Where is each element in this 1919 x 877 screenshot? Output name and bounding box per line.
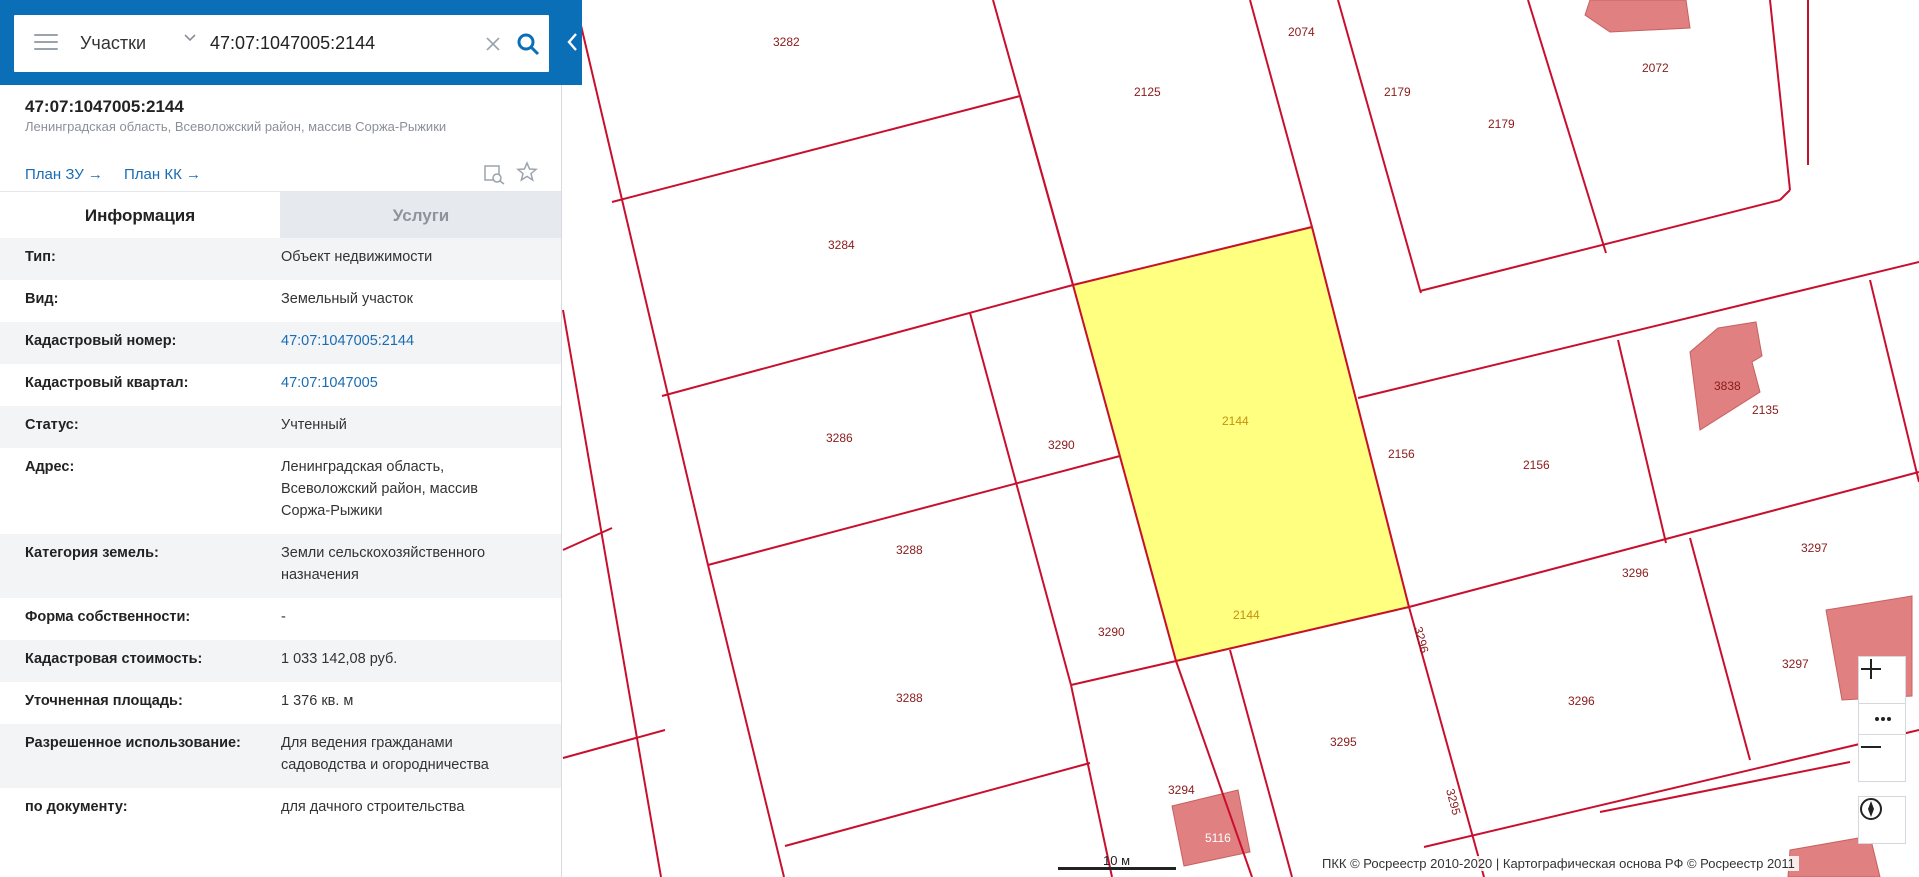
collapse-panel-icon[interactable]	[563, 30, 581, 54]
info-row: Статус: Учтенный	[0, 406, 561, 448]
parcel-label: 2074	[1288, 25, 1315, 39]
info-value: 1 376 кв. м	[281, 693, 354, 709]
info-label: Статус:	[25, 417, 79, 433]
info-label: Кадастровая стоимость:	[25, 651, 203, 667]
zoom-out-button[interactable]	[1858, 734, 1906, 782]
tab-info[interactable]: Информация	[0, 192, 280, 239]
more-button[interactable]	[1858, 704, 1906, 734]
cadastral-quarter-link[interactable]: 47:07:1047005	[281, 372, 541, 394]
info-label: по документу:	[25, 799, 128, 815]
info-label: Адрес:	[25, 459, 75, 475]
search-box: Участки	[14, 15, 549, 72]
menu-icon	[34, 34, 58, 36]
info-label: Уточненная площадь:	[25, 693, 183, 709]
info-value: Учтенный	[281, 417, 347, 433]
plan-kk-link[interactable]: План КК →	[124, 166, 201, 183]
info-row: Вид: Земельный участок	[0, 280, 561, 322]
info-value: Объект недвижимости	[281, 249, 433, 265]
info-row: Уточненная площадь: 1 376 кв. м	[0, 682, 561, 724]
info-value: Для ведения гражданами садоводства и ого…	[281, 735, 489, 773]
plan-zu-link[interactable]: План ЗУ →	[25, 166, 103, 183]
info-row: Разрешенное использование: Для ведения г…	[0, 724, 561, 788]
scale-bar	[1058, 867, 1176, 870]
parcel-label: 2135	[1752, 403, 1779, 417]
more-icon	[1875, 717, 1891, 721]
parcel-label: 3290	[1098, 625, 1125, 639]
search-input[interactable]	[210, 27, 490, 59]
info-row: Кадастровый номер: 47:07:1047005:2144	[0, 322, 561, 364]
search-type-select[interactable]: Участки	[80, 33, 146, 54]
parcel-label: 2179	[1488, 117, 1515, 131]
info-label: Кадастровый квартал:	[25, 375, 189, 391]
info-row: Кадастровый квартал: 47:07:1047005	[0, 364, 561, 406]
info-panel: 47:07:1047005:2144 Ленинградская область…	[0, 85, 562, 877]
parcel-label: 3288	[896, 691, 923, 705]
info-label: Разрешенное использование:	[25, 735, 241, 751]
object-number: 47:07:1047005:2144	[25, 97, 184, 116]
compass-button[interactable]	[1858, 796, 1906, 844]
zoom-in-button[interactable]	[1858, 656, 1906, 704]
info-label: Кадастровый номер:	[25, 333, 177, 349]
parcel-label: 2125	[1134, 85, 1161, 99]
clear-icon[interactable]	[484, 35, 502, 53]
info-row: Адрес: Ленинградская область, Всеволожск…	[0, 448, 561, 534]
parcel-label: 3294	[1168, 783, 1195, 797]
parcel-label: 2144	[1222, 414, 1249, 428]
building	[1171, 789, 1251, 867]
parcel-label: 3296	[1568, 694, 1595, 708]
info-value: Земельный участок	[281, 291, 413, 307]
parcel-label: 3288	[896, 543, 923, 557]
info-row: по документу: для дачного строительства	[0, 788, 561, 830]
info-table: Тип: Объект недвижимости Вид: Земельный …	[0, 238, 561, 830]
info-value: -	[281, 609, 286, 625]
parcel-label: 3297	[1782, 657, 1809, 671]
info-row: Тип: Объект недвижимости	[0, 238, 561, 280]
parcel-label: 2179	[1384, 85, 1411, 99]
info-row: Категория земель: Земли сельскохозяйстве…	[0, 534, 561, 598]
parcel-label: 3282	[773, 35, 800, 49]
object-address: Ленинградская область, Всеволожский райо…	[25, 119, 447, 134]
parcel-label: 3286	[826, 431, 853, 445]
info-label: Форма собственности:	[25, 609, 191, 625]
info-value: для дачного строительства	[281, 799, 465, 815]
menu-button[interactable]	[34, 34, 58, 54]
parcel-label: 3838	[1714, 379, 1741, 393]
parcel-label: 2072	[1642, 61, 1669, 75]
info-value: 1 033 142,08 руб.	[281, 651, 398, 667]
parcel-label: 3295	[1330, 735, 1357, 749]
parcel-label: 5116	[1205, 831, 1231, 845]
zoom-to-object-icon[interactable]	[483, 163, 505, 185]
parcel-label: 3284	[828, 238, 855, 252]
cadastral-number-link[interactable]: 47:07:1047005:2144	[281, 330, 541, 352]
tabs: Информация Услуги	[0, 191, 561, 239]
building	[1584, 0, 1691, 33]
parcel-label: 3297	[1801, 541, 1828, 555]
parcel-label: 2156	[1523, 458, 1550, 472]
plus-icon	[1861, 659, 1881, 679]
chevron-down-icon[interactable]	[182, 29, 198, 45]
tab-services[interactable]: Услуги	[280, 192, 561, 239]
parcel-label: 3290	[1048, 438, 1075, 452]
parcel-label: 2156	[1388, 447, 1415, 461]
info-label: Тип:	[25, 249, 56, 265]
parcel-label: 3296	[1622, 566, 1649, 580]
scale-label: 10 м	[1103, 853, 1131, 868]
info-value: Ленинградская область, Всеволожский райо…	[281, 459, 479, 519]
info-label: Вид:	[25, 291, 59, 307]
search-bar: Участки	[0, 0, 582, 85]
info-value: Земли сельскохозяйственного назначения	[281, 545, 486, 583]
info-row: Кадастровая стоимость: 1 033 142,08 руб.	[0, 640, 561, 682]
info-row: Форма собственности: -	[0, 598, 561, 640]
star-icon[interactable]	[516, 161, 538, 183]
map-copyright: ПКК © Росреестр 2010-2020 | Картографиче…	[1318, 856, 1799, 871]
compass-icon	[1860, 798, 1882, 820]
selected-parcel	[1071, 225, 1411, 663]
info-label: Категория земель:	[25, 545, 159, 561]
search-icon[interactable]	[516, 32, 540, 56]
parcel-label: 3296	[1411, 625, 1432, 655]
minus-icon	[1861, 746, 1881, 748]
parcel-label: 2144	[1233, 608, 1260, 622]
